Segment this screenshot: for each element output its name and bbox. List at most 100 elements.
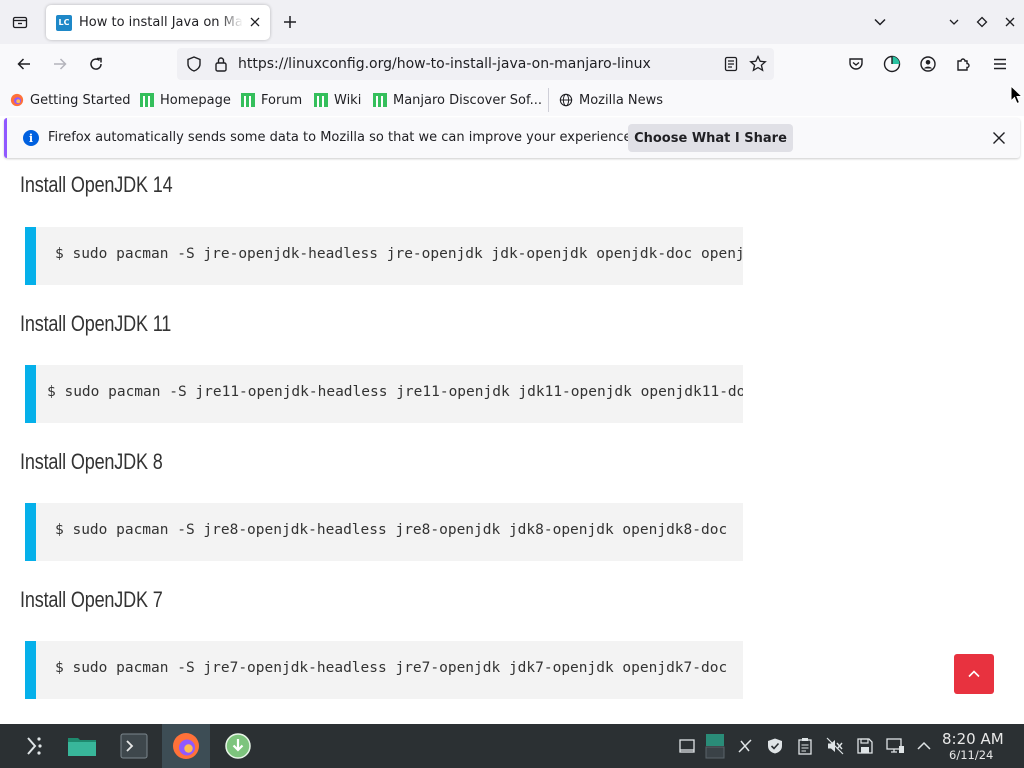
pocket-button[interactable] xyxy=(842,50,870,78)
storage-tray-button[interactable] xyxy=(854,735,876,757)
section-heading-openjdk-14: Install OpenJDK 14 xyxy=(20,172,173,197)
tab-active[interactable]: LC How to install Java on Manjaro Linux xyxy=(46,5,270,40)
reload-button[interactable] xyxy=(82,50,110,78)
extensions-button[interactable] xyxy=(950,50,978,78)
bookmark-label: Getting Started xyxy=(30,92,131,108)
clock-date[interactable]: 6/11/24 xyxy=(949,748,993,762)
tab-list-button[interactable] xyxy=(6,8,34,36)
section-heading-openjdk-11: Install OpenJDK 11 xyxy=(20,311,172,336)
bookmark-wiki[interactable]: Wiki xyxy=(314,91,361,109)
bookmark-label: Homepage xyxy=(160,92,231,108)
code-command: $ sudo pacman -S jre8-openjdk-headless j… xyxy=(55,522,728,538)
minimize-icon xyxy=(949,19,959,25)
terminal-button[interactable] xyxy=(114,724,154,768)
volume-tray-button[interactable] xyxy=(824,735,846,757)
puzzle-icon xyxy=(957,58,970,71)
bookmark-homepage[interactable]: Homepage xyxy=(140,91,231,109)
close-icon xyxy=(1005,17,1015,27)
firewall-tray-button[interactable] xyxy=(764,735,786,757)
window-close-button[interactable] xyxy=(996,8,1024,36)
account-button[interactable] xyxy=(914,50,942,78)
notification-close-button[interactable] xyxy=(989,128,1009,148)
bookmark-getting-started[interactable]: Getting Started xyxy=(10,91,131,109)
bookmark-label: Forum xyxy=(261,92,303,108)
data-collection-notification: i Firefox automatically sends some data … xyxy=(4,118,1020,158)
code-block-openjdk-14[interactable]: $ sudo pacman -S jre-openjdk-headless jr… xyxy=(25,227,743,285)
app-menu-button[interactable] xyxy=(986,50,1014,78)
maximize-icon xyxy=(976,16,988,28)
tracking-protection-shield-icon[interactable] xyxy=(185,55,203,73)
hamburger-menu-icon xyxy=(994,58,1006,70)
address-bar[interactable]: https://linuxconfig.org/how-to-install-j… xyxy=(177,48,774,80)
desktop-pager-icon xyxy=(705,734,725,759)
bookmark-label: Manjaro Discover Sof... xyxy=(393,92,543,108)
account-icon xyxy=(920,56,936,72)
network-tray-button[interactable] xyxy=(884,735,906,757)
firefox-icon xyxy=(10,93,24,107)
lock-icon[interactable] xyxy=(212,55,230,73)
firefox-view-button[interactable] xyxy=(878,50,906,78)
close-icon xyxy=(250,17,260,27)
arrow-right-icon xyxy=(54,58,67,70)
bookmark-manjaro-discover[interactable]: Manjaro Discover Sof... xyxy=(373,91,542,109)
info-icon: i xyxy=(23,130,39,146)
scroll-to-top-button[interactable] xyxy=(954,654,994,694)
tab-close-button[interactable] xyxy=(246,13,264,31)
pager-tray-button[interactable] xyxy=(704,732,726,760)
code-command: $ sudo pacman -S jre11-openjdk-headless … xyxy=(47,384,743,400)
bookmarks-toolbar: Getting Started Homepage Forum Wiki Manj… xyxy=(0,84,1024,116)
clipboard-icon xyxy=(798,738,812,755)
pocket-icon xyxy=(849,58,863,70)
code-block-openjdk-8[interactable]: $ sudo pacman -S jre8-openjdk-headless j… xyxy=(25,503,743,561)
software-update-button[interactable] xyxy=(218,724,258,768)
bookmark-forum[interactable]: Forum xyxy=(241,91,302,109)
firefox-taskbar-button[interactable] xyxy=(162,724,210,768)
folder-icon xyxy=(68,738,96,756)
reader-view-icon[interactable] xyxy=(722,55,740,73)
new-tab-button[interactable] xyxy=(276,8,304,36)
manjaro-icon xyxy=(314,93,328,107)
show-hidden-icons-button[interactable] xyxy=(913,735,935,757)
speaker-muted-icon xyxy=(826,737,844,755)
chevron-up-icon xyxy=(917,741,931,750)
app-launcher-button[interactable] xyxy=(16,724,52,768)
code-block-openjdk-7[interactable]: $ sudo pacman -S jre7-openjdk-headless j… xyxy=(25,641,743,699)
code-block-openjdk-11[interactable]: $ sudo pacman -S jre11-openjdk-headless … xyxy=(25,365,743,423)
manjaro-icon xyxy=(373,93,387,107)
choose-what-i-share-button[interactable]: Choose What I Share xyxy=(628,124,793,152)
manjaro-icon xyxy=(241,93,255,107)
firefox-icon xyxy=(173,733,199,759)
globe-icon xyxy=(559,93,573,107)
code-command: $ sudo pacman -S jre-openjdk-headless jr… xyxy=(55,246,743,262)
clipboard-tray-button[interactable] xyxy=(794,735,816,757)
arrow-left-icon xyxy=(17,58,30,70)
list-all-tabs-button[interactable] xyxy=(866,8,894,36)
reload-icon xyxy=(90,57,102,70)
bookmark-mozilla-news[interactable]: Mozilla News xyxy=(559,91,663,109)
terminal-icon xyxy=(120,733,148,759)
back-button[interactable] xyxy=(10,50,38,78)
bookmark-label: Mozilla News xyxy=(579,92,664,108)
code-command: $ sudo pacman -S jre7-openjdk-headless j… xyxy=(55,660,728,676)
close-icon xyxy=(993,132,1005,144)
manjaro-icon xyxy=(140,93,154,107)
url-text[interactable]: https://linuxconfig.org/how-to-install-j… xyxy=(238,56,651,72)
navigation-toolbar: https://linuxconfig.org/how-to-install-j… xyxy=(0,44,1024,84)
shield-check-icon xyxy=(768,738,782,754)
window-minimize-button[interactable] xyxy=(940,8,968,36)
file-manager-button[interactable] xyxy=(62,724,102,768)
notification-message: Firefox automatically sends some data to… xyxy=(48,130,636,145)
mouse-cursor-icon xyxy=(1010,85,1024,105)
taskbar xyxy=(0,724,1024,768)
bookmark-star-icon[interactable] xyxy=(748,54,768,74)
forward-button[interactable] xyxy=(46,50,74,78)
chevron-up-icon xyxy=(968,670,980,678)
window-maximize-button[interactable] xyxy=(968,8,996,36)
show-desktop-tray-button[interactable] xyxy=(676,735,698,757)
kde-connect-tray-button[interactable] xyxy=(734,735,756,757)
tab-title: How to install Java on Manjaro Linux xyxy=(79,15,243,30)
launcher-icon xyxy=(27,737,42,755)
clock-time[interactable]: 8:20 AM xyxy=(942,730,1004,748)
window-icon xyxy=(679,739,695,753)
tab-strip: LC How to install Java on Manjaro Linux xyxy=(0,0,1024,44)
